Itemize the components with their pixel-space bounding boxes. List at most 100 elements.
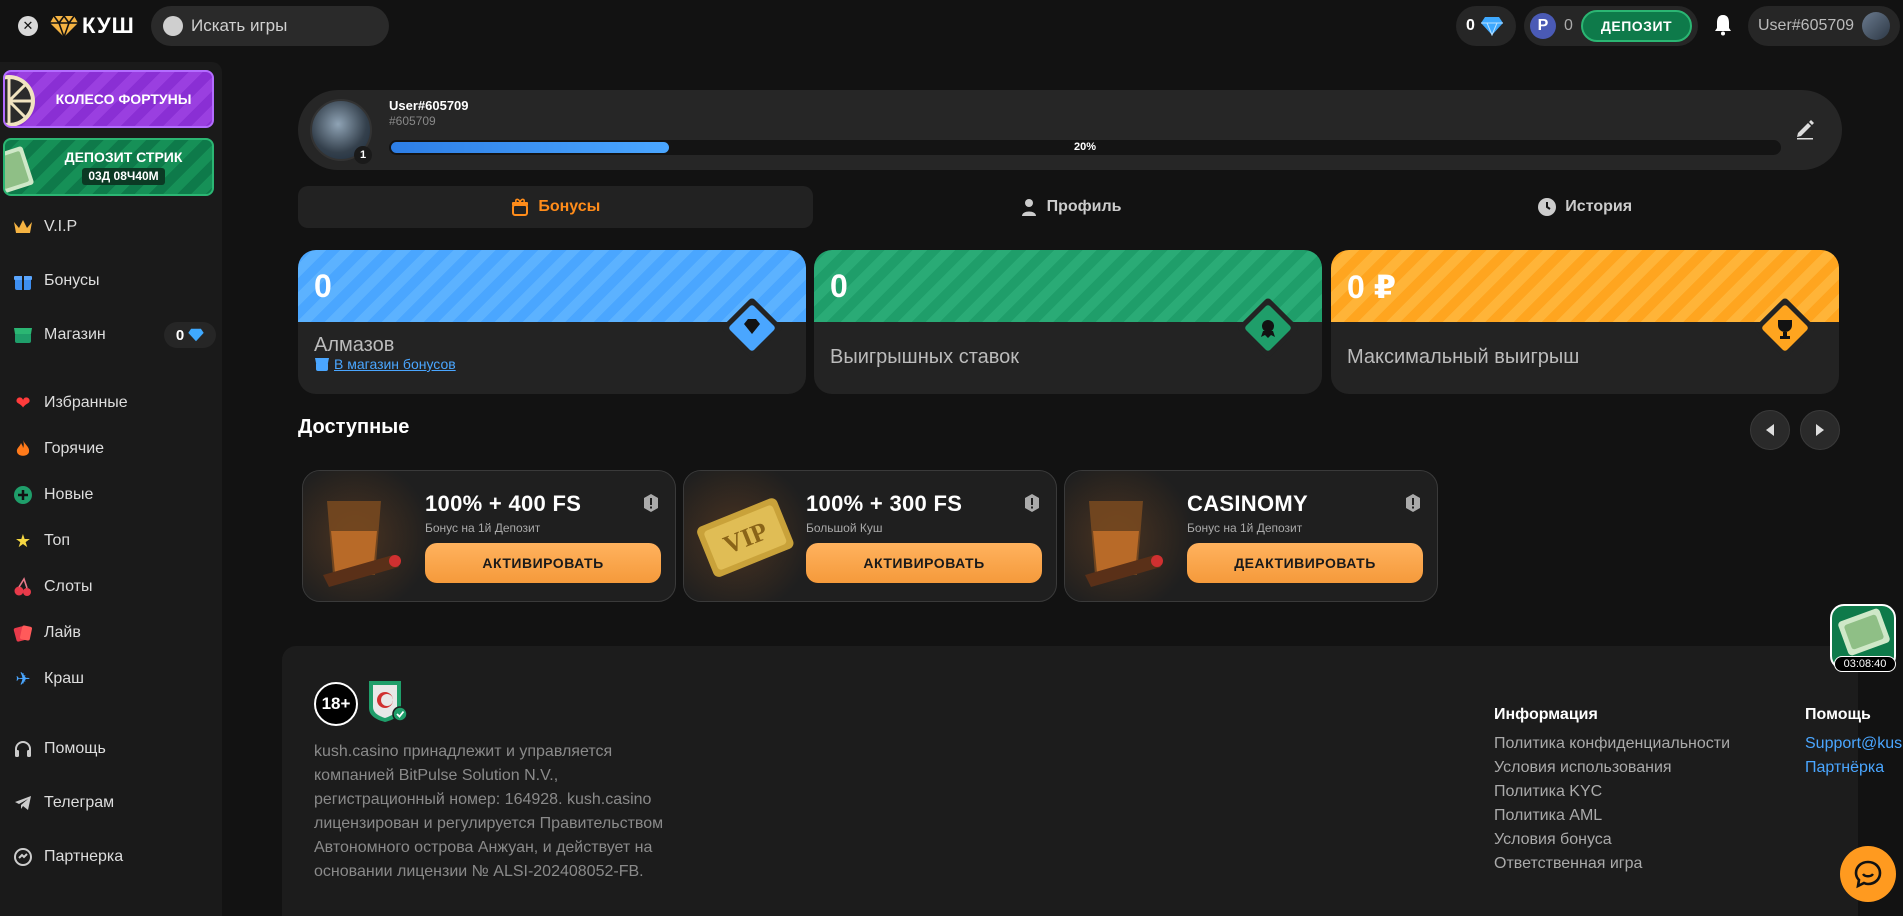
- tab-label: Бонусы: [538, 198, 601, 215]
- vip-ticket-image: VIP: [684, 471, 814, 601]
- support-chat-button[interactable]: [1840, 846, 1896, 902]
- money-icon: [5, 146, 34, 194]
- bonus-title: CASINOMY: [1187, 491, 1308, 516]
- footer-link-bonus-terms[interactable]: Условия бонуса: [1494, 828, 1730, 852]
- deposit-streak-promo[interactable]: ДЕПОЗИТ СТРИК 03Д 08Ч40М: [3, 138, 214, 196]
- cherry-icon: [12, 576, 34, 598]
- info-icon[interactable]: [1022, 493, 1042, 513]
- plane-icon: ✈: [15, 668, 31, 689]
- bonus-card: CASINOMY Бонус на 1й Депозит ДЕАКТИВИРОВ…: [1064, 470, 1438, 602]
- shop-bonuses-link[interactable]: В магазин бонусов: [314, 356, 456, 372]
- chevron-right-icon: [1816, 424, 1824, 436]
- bonus-card: 100% + 400 FS Бонус на 1й Депозит АКТИВИ…: [302, 470, 676, 602]
- footer-link-terms[interactable]: Условия использования: [1494, 756, 1730, 780]
- available-section-title: Доступные: [298, 416, 410, 438]
- sidebar-item-hot[interactable]: Горячие: [12, 434, 212, 464]
- footer-help-title: Помощь: [1805, 706, 1871, 723]
- footer-info-column: Информация Политика конфиденциальности У…: [1494, 706, 1730, 876]
- sidebar-item-favorites[interactable]: ❤ Избранные: [12, 388, 212, 418]
- search-box[interactable]: [151, 6, 389, 46]
- carousel-prev-button[interactable]: [1750, 410, 1790, 450]
- footer-link-kyc[interactable]: Политика KYC: [1494, 780, 1730, 804]
- sidebar-item-help[interactable]: Помощь: [12, 734, 212, 764]
- carousel-next-button[interactable]: [1800, 410, 1840, 450]
- gem-diamond-icon: [722, 298, 782, 358]
- tab-bonuses[interactable]: Бонусы: [298, 186, 813, 228]
- tab-label: Профиль: [1046, 198, 1122, 215]
- fire-icon: [12, 438, 34, 460]
- trophy-diamond-icon: [1755, 298, 1815, 358]
- topbar: ✕ КУШ 0 P 0 ДЕПОЗИТ: [0, 0, 1903, 52]
- activate-bonus-button[interactable]: АКТИВИРОВАТЬ: [806, 543, 1042, 583]
- wallet-amount: 0: [1564, 17, 1573, 34]
- sidebar-item-top[interactable]: ★ Топ: [12, 526, 212, 556]
- wallet[interactable]: P 0 ДЕПОЗИТ: [1524, 6, 1698, 46]
- footer-link-partner[interactable]: Партнёрка: [1805, 756, 1903, 780]
- bonus-subtitle: Большой Куш: [806, 521, 883, 535]
- stat-label: Максимальный выигрыш: [1347, 346, 1580, 368]
- info-icon[interactable]: [641, 493, 661, 513]
- search-input[interactable]: [191, 16, 371, 36]
- sidebar-item-bonuses[interactable]: Бонусы: [12, 266, 212, 296]
- bell-icon[interactable]: [1713, 14, 1733, 36]
- sidebar-item-label: Избранные: [44, 394, 128, 411]
- sidebar-item-label: Топ: [44, 532, 71, 549]
- stat-value: 0: [830, 268, 848, 304]
- medal-diamond-icon: [1238, 298, 1298, 358]
- sidebar-item-slots[interactable]: Слоты: [12, 572, 212, 602]
- sidebar: КОЛЕСО ФОРТУНЫ ДЕПОЗИТ СТРИК 03Д 08Ч40М …: [0, 62, 222, 916]
- info-icon[interactable]: [1403, 493, 1423, 513]
- chat-icon: [1854, 860, 1882, 889]
- sidebar-item-new[interactable]: Новые: [12, 480, 212, 510]
- tab-label: История: [1565, 198, 1633, 215]
- chevron-left-icon: [1766, 424, 1774, 436]
- tab-profile[interactable]: Профиль: [813, 186, 1328, 228]
- logo[interactable]: КУШ: [50, 13, 135, 39]
- sidebar-item-telegram[interactable]: Телеграм: [12, 788, 212, 818]
- partner-icon: [12, 846, 34, 868]
- diamond-logo-icon: [50, 14, 78, 38]
- profile-name: User#605709: [389, 98, 469, 113]
- level-progress-label: 20%: [1073, 141, 1097, 153]
- sidebar-item-label: Телеграм: [44, 794, 115, 811]
- tab-history[interactable]: История: [1327, 186, 1842, 228]
- edit-icon[interactable]: [1794, 118, 1816, 140]
- sidebar-item-live[interactable]: Лайв: [12, 618, 212, 648]
- profile-bar: 1 User#605709 #605709 20%: [298, 90, 1842, 170]
- app-root: ✕ КУШ 0 P 0 ДЕПОЗИТ: [0, 0, 1903, 916]
- footer-link-support-email[interactable]: Support@kush.casino: [1805, 732, 1903, 756]
- footer-link-aml[interactable]: Политика AML: [1494, 804, 1730, 828]
- sidebar-item-partner[interactable]: Партнерка: [12, 842, 212, 872]
- deposit-button[interactable]: ДЕПОЗИТ: [1580, 10, 1693, 42]
- deactivate-bonus-button[interactable]: ДЕАКТИВИРОВАТЬ: [1187, 543, 1423, 583]
- user-menu[interactable]: User#605709: [1748, 6, 1900, 46]
- logo-text: КУШ: [82, 13, 135, 38]
- stat-label: Выигрышных ставок: [830, 346, 1020, 368]
- license-seal-icon[interactable]: [366, 678, 408, 724]
- footer-about-text: kush.casino принадлежит и управляется ко…: [314, 743, 664, 880]
- footer-link-privacy[interactable]: Политика конфиденциальности: [1494, 732, 1730, 756]
- sidebar-item-shop[interactable]: Магазин 0: [12, 320, 216, 350]
- shop-icon: [315, 358, 329, 371]
- stat-value: 0: [314, 268, 332, 304]
- whiskey-glass-image: [303, 471, 433, 601]
- level-progress-bar: 20%: [389, 140, 1781, 155]
- bonus-title: 100% + 300 FS: [806, 491, 963, 516]
- footer-link-responsible-gaming[interactable]: Ответственная игра: [1494, 852, 1730, 876]
- headphones-icon: [12, 738, 34, 760]
- deposit-streak-label: ДЕПОЗИТ СТРИК: [64, 149, 183, 165]
- close-sidebar-button[interactable]: ✕: [18, 16, 38, 36]
- heart-icon: ❤: [15, 392, 31, 413]
- telegram-icon: [12, 792, 34, 814]
- stat-value: 0 ₽: [1347, 269, 1396, 305]
- sidebar-item-label: Краш: [44, 670, 84, 687]
- bonus-subtitle: Бонус на 1й Депозит: [425, 521, 541, 535]
- currency-coin-icon: P: [1530, 13, 1556, 39]
- gift-icon: [512, 198, 529, 216]
- gems-balance[interactable]: 0: [1456, 6, 1516, 46]
- activate-bonus-button[interactable]: АКТИВИРОВАТЬ: [425, 543, 661, 583]
- sidebar-item-vip[interactable]: V.I.P: [12, 212, 212, 242]
- plus-icon: [12, 484, 34, 506]
- sidebar-item-crash[interactable]: ✈ Краш: [12, 664, 212, 694]
- fortune-wheel-promo[interactable]: КОЛЕСО ФОРТУНЫ: [3, 70, 214, 128]
